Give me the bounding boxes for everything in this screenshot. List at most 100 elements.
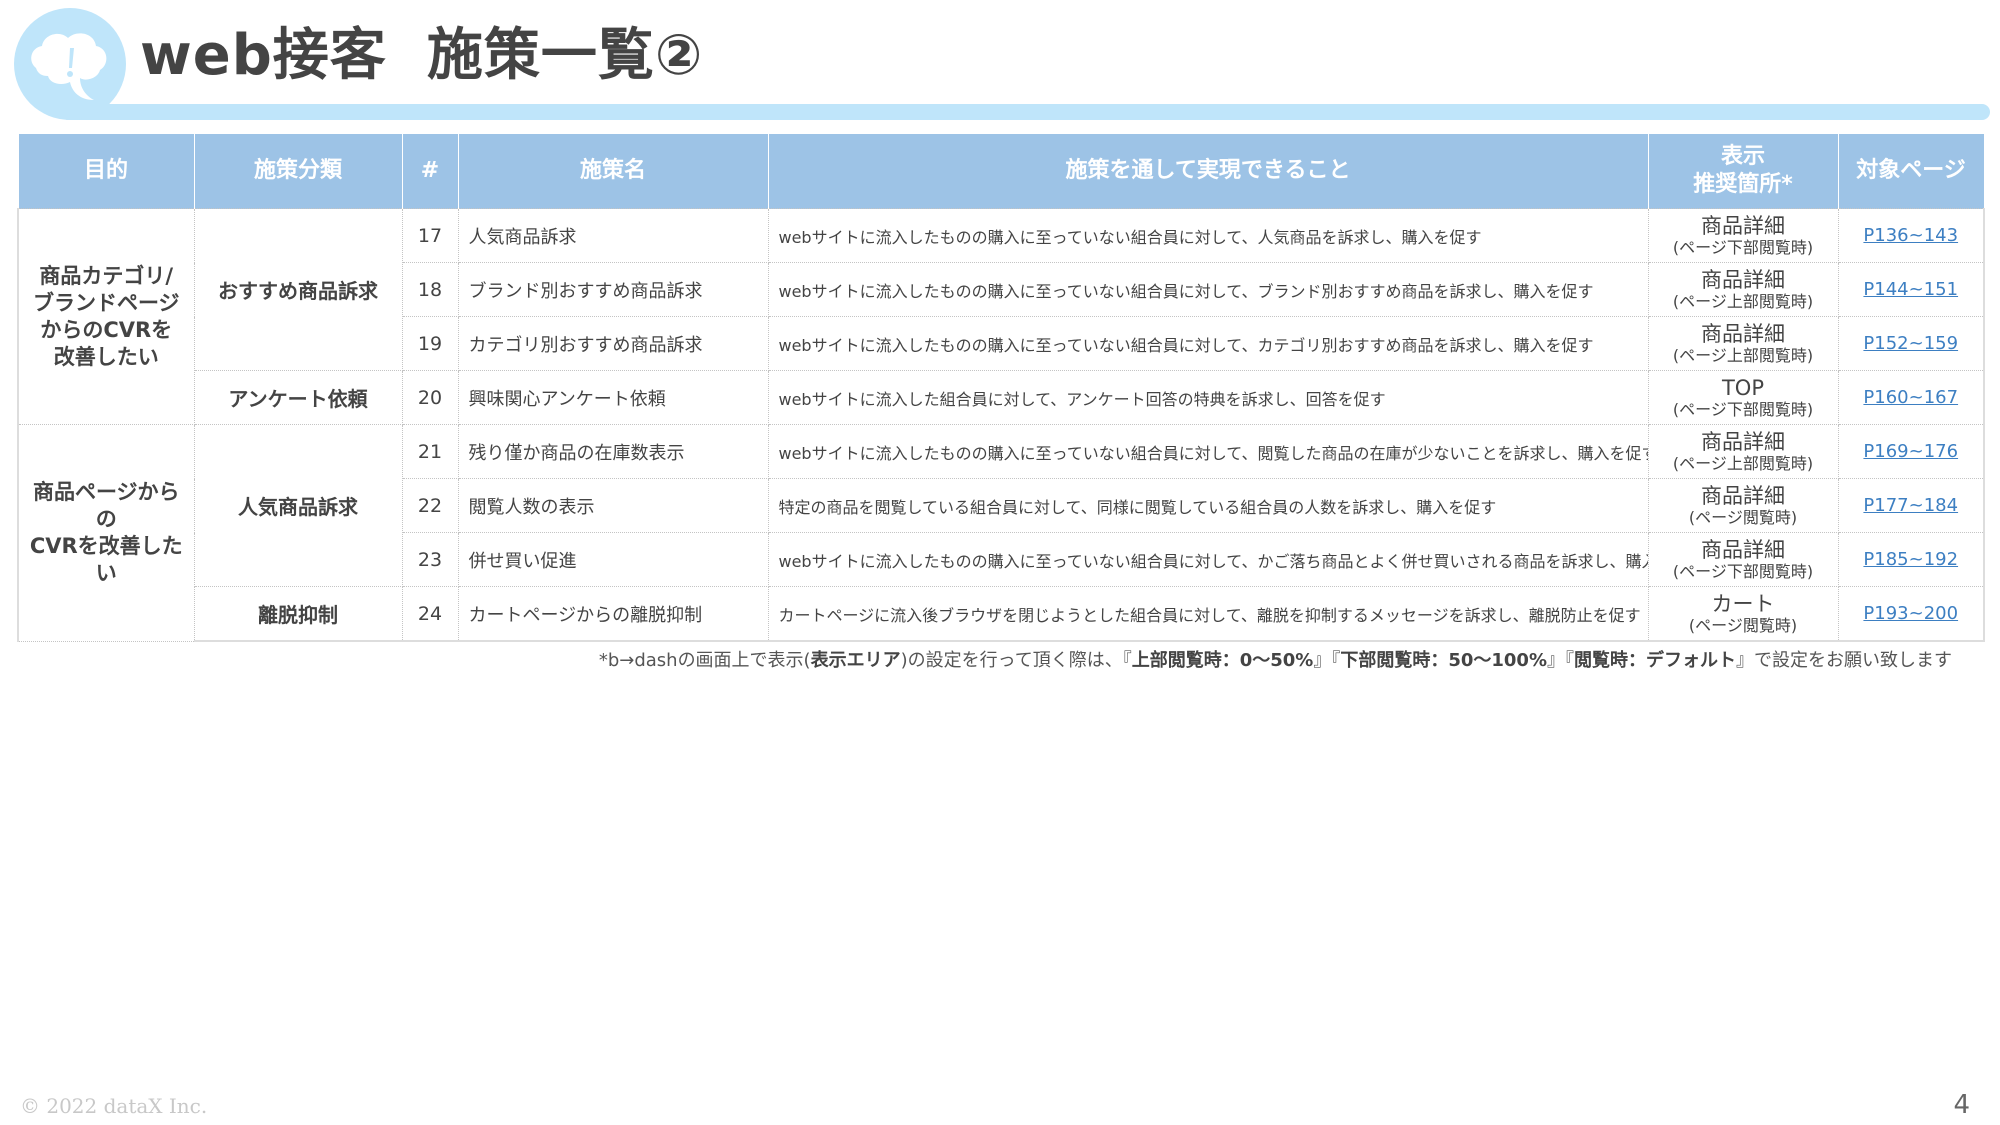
row-name: カテゴリ別おすすめ商品訴求 bbox=[457, 316, 769, 371]
location-sub: (ページ下部閲覧時) bbox=[1672, 561, 1814, 581]
header-realize: 施策を通して実現できること bbox=[767, 134, 1649, 209]
page-title-part1: web接客 bbox=[140, 23, 387, 88]
row-page: P136~143 bbox=[1837, 208, 1985, 263]
row-location: カート (ページ閲覧時) bbox=[1647, 586, 1839, 642]
row-page: P144~151 bbox=[1837, 262, 1985, 317]
row-location: 商品詳細 (ページ下部閲覧時) bbox=[1647, 532, 1839, 587]
category-cell: アンケート依頼 bbox=[193, 370, 403, 425]
location-main: 商品詳細 bbox=[1701, 267, 1785, 292]
footnote-lower: 下部閲覧時：50～100% bbox=[1340, 650, 1547, 671]
table-row: 商品カテゴリ/ ブランドページ からのCVRを 改善したい おすすめ商品訴求 1… bbox=[17, 208, 1985, 425]
location-sub: (ページ下部閲覧時) bbox=[1672, 237, 1814, 257]
row-location: TOP (ページ下部閲覧時) bbox=[1647, 370, 1839, 425]
header-location-line1: 表示 bbox=[1720, 144, 1765, 169]
page-link[interactable]: P177~184 bbox=[1863, 495, 1958, 516]
row-num: 18 bbox=[401, 262, 459, 317]
category-cell: 人気商品訴求 bbox=[193, 424, 403, 587]
footnote-view: 閲覧時：デフォルト bbox=[1574, 650, 1736, 671]
footnote-upper: 上部閲覧時：0～50% bbox=[1131, 650, 1314, 671]
page-link[interactable]: P136~143 bbox=[1863, 225, 1958, 246]
row-name: 閲覧人数の表示 bbox=[457, 478, 769, 533]
row-num: 19 bbox=[401, 316, 459, 371]
speech-bubble-exclamation-icon bbox=[31, 33, 107, 100]
row-page: P152~159 bbox=[1837, 316, 1985, 371]
location-main: 商品詳細 bbox=[1701, 429, 1785, 454]
header-purpose: 目的 bbox=[17, 134, 195, 209]
row-num: 17 bbox=[401, 208, 459, 263]
row-desc: webサイトに流入した組合員に対して、アンケート回答の特典を訴求し、回答を促す bbox=[767, 370, 1649, 425]
row-location: 商品詳細 (ページ上部閲覧時) bbox=[1647, 316, 1839, 371]
purpose-line: 商品ページからの bbox=[32, 479, 180, 531]
row-page: P177~184 bbox=[1837, 478, 1985, 533]
page-title: web接客 施策一覧② bbox=[140, 14, 703, 98]
location-main: TOP bbox=[1721, 375, 1765, 400]
row-location: 商品詳細 (ページ閲覧時) bbox=[1647, 478, 1839, 533]
purpose-cell: 商品カテゴリ/ ブランドページ からのCVRを 改善したい bbox=[17, 208, 195, 425]
row-name: 併せ買い促進 bbox=[457, 532, 769, 587]
row-num: 23 bbox=[401, 532, 459, 587]
row-name: ブランド別おすすめ商品訴求 bbox=[457, 262, 769, 317]
location-sub: (ページ下部閲覧時) bbox=[1672, 399, 1814, 419]
location-main: 商品詳細 bbox=[1701, 321, 1785, 346]
header-num: # bbox=[401, 134, 459, 209]
purpose-line: 改善したい bbox=[53, 344, 159, 369]
row-location: 商品詳細 (ページ上部閲覧時) bbox=[1647, 262, 1839, 317]
purpose-line: からのCVRを bbox=[40, 317, 173, 342]
header-location-line2: 推奨箇所* bbox=[1693, 172, 1793, 197]
location-main: 商品詳細 bbox=[1701, 483, 1785, 508]
page-link[interactable]: P152~159 bbox=[1863, 333, 1958, 354]
header-name: 施策名 bbox=[457, 134, 769, 209]
row-desc: 特定の商品を閲覧している組合員に対して、同様に閲覧している組合員の人数を訴求し、… bbox=[767, 478, 1649, 533]
row-page: P160~167 bbox=[1837, 370, 1985, 425]
row-name: 人気商品訴求 bbox=[457, 208, 769, 263]
purpose-cell: 商品ページからの CVRを改善したい bbox=[17, 424, 195, 642]
page-link[interactable]: P185~192 bbox=[1863, 549, 1958, 570]
header-accent-bar bbox=[60, 104, 1990, 120]
location-sub: (ページ上部閲覧時) bbox=[1672, 291, 1814, 311]
row-num: 24 bbox=[401, 586, 459, 642]
row-page: P185~192 bbox=[1837, 532, 1985, 587]
footnote-pre: *b→dashの画面上で表示( bbox=[598, 650, 811, 671]
page-link[interactable]: P160~167 bbox=[1863, 387, 1958, 408]
location-main: カート bbox=[1711, 591, 1775, 616]
row-location: 商品詳細 (ページ上部閲覧時) bbox=[1647, 424, 1839, 479]
purpose-line: ブランドページ bbox=[32, 290, 180, 315]
row-num: 22 bbox=[401, 478, 459, 533]
row-location: 商品詳細 (ページ下部閲覧時) bbox=[1647, 208, 1839, 263]
header-location: 表示推奨箇所* bbox=[1647, 134, 1839, 209]
location-sub: (ページ閲覧時) bbox=[1688, 615, 1798, 635]
header-page: 対象ページ bbox=[1837, 134, 1985, 209]
row-desc: webサイトに流入したものの購入に至っていない組合員に対して、閲覧した商品の在庫… bbox=[767, 424, 1649, 479]
copyright: © 2022 dataX Inc. bbox=[20, 1094, 208, 1118]
location-sub: (ページ上部閲覧時) bbox=[1672, 453, 1814, 473]
row-name: カートページからの離脱抑制 bbox=[457, 586, 769, 642]
footnote-mid: )の設定を行って頂く際は、『 bbox=[900, 650, 1132, 671]
table-row: 商品ページからの CVRを改善したい 人気商品訴求 21 残り僅か商品の在庫数表… bbox=[17, 424, 1985, 642]
row-desc: webサイトに流入したものの購入に至っていない組合員に対して、人気商品を訴求し、… bbox=[767, 208, 1649, 263]
page-link[interactable]: P169~176 bbox=[1863, 441, 1958, 462]
table-header-row: 目的 施策分類 # 施策名 施策を通して実現できること 表示 推奨箇所* 対象ペー… bbox=[17, 134, 1985, 209]
page-number: 4 bbox=[1953, 1090, 1970, 1120]
policy-table: 目的 施策分類 # 施策名 施策を通して実現できること 表示 推奨箇所* 対象ペー… bbox=[17, 134, 1985, 642]
location-main: 商品詳細 bbox=[1701, 537, 1785, 562]
row-desc: カートページに流入後ブラウザを閉じようとした組合員に対して、離脱を抑制するメッセ… bbox=[767, 586, 1649, 642]
page-link[interactable]: P193~200 bbox=[1863, 603, 1958, 624]
category-cell: 離脱抑制 bbox=[193, 586, 403, 642]
footnote-sep: 』『 bbox=[1313, 650, 1341, 671]
purpose-line: CVRを改善したい bbox=[29, 533, 183, 585]
row-name: 興味関心アンケート依頼 bbox=[457, 370, 769, 425]
row-desc: webサイトに流入したものの購入に至っていない組合員に対して、ブランド別おすすめ… bbox=[767, 262, 1649, 317]
row-desc: webサイトに流入したものの購入に至っていない組合員に対して、かご落ち商品とよく… bbox=[767, 532, 1649, 587]
location-main: 商品詳細 bbox=[1701, 213, 1785, 238]
category-cell: おすすめ商品訴求 bbox=[193, 208, 403, 371]
page-link[interactable]: P144~151 bbox=[1863, 279, 1958, 300]
row-desc: webサイトに流入したものの購入に至っていない組合員に対して、カテゴリ別おすすめ… bbox=[767, 316, 1649, 371]
footnote-sep: 』『 bbox=[1547, 650, 1574, 671]
row-page: P169~176 bbox=[1837, 424, 1985, 479]
footnote-area: 表示エリア bbox=[810, 650, 901, 671]
footnote: *b→dashの画面上で表示(表示エリア)の設定を行って頂く際は、『上部閲覧時：… bbox=[599, 646, 1952, 672]
footnote-post: 』で設定をお願い致します bbox=[1736, 650, 1952, 671]
table-row: 離脱抑制 24 カートページからの離脱抑制 カートページに流入後ブラウザを閉じよ… bbox=[18, 586, 1985, 642]
row-num: 20 bbox=[401, 370, 459, 425]
logo bbox=[14, 8, 126, 120]
